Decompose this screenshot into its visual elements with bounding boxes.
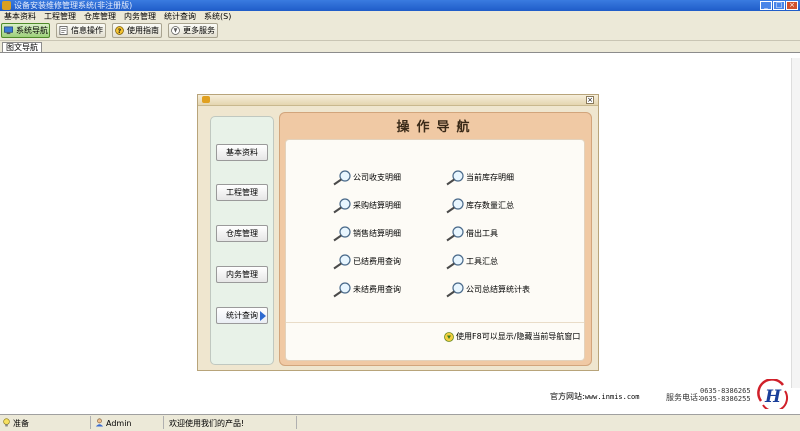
link-stock-summary[interactable]: 库存数量汇总 [444,198,514,214]
status-state-cell: 准备 [1,416,91,429]
document-icon [59,26,68,35]
link-purchase-settlement[interactable]: 采购结算明细 [331,198,401,214]
nav-basic-button[interactable]: 基本资料 [216,144,268,161]
title-bar: 设备安装维修管理系统(非注册版) _ □ × [0,0,800,11]
menu-statistics[interactable]: 统计查询 [160,11,200,22]
magnifier-icon [446,282,464,298]
menu-bar: 基本资料 工程管理 仓库管理 内务管理 统计查询 系统(S) [0,11,800,22]
magnifier-icon [446,226,464,242]
svg-text:?: ? [118,28,122,35]
nav-warehouse-button[interactable]: 仓库管理 [216,225,268,242]
link-unsettled-fees[interactable]: 未结费用查询 [331,282,401,298]
info-operation-label: 信息操作 [71,26,103,35]
system-nav-button[interactable]: 系统导航 [1,23,50,38]
bulb-icon [3,418,10,427]
more-services-button[interactable]: 更多服务 [168,23,218,38]
toolbar: 系统导航 信息操作 ? 使用指南 更多服务 [0,22,800,41]
site-label: 官方网站: [550,392,585,401]
nav-links-panel: 操作导航 [279,112,592,366]
tab-strip: 图文导航 [0,41,800,53]
link-label: 销售结算明细 [353,229,401,238]
magnifier-icon [446,170,464,186]
magnifier-icon [333,170,351,186]
system-nav-label: 系统导航 [16,26,48,35]
nav-category-panel: 基本资料 工程管理 仓库管理 内务管理 统计查询 [210,116,274,365]
menu-warehouse[interactable]: 仓库管理 [80,11,120,22]
link-borrowed-tools[interactable]: 借出工具 [444,226,498,242]
nav-statistics-button[interactable]: 统计查询 [216,307,268,324]
window-title: 设备安装维修管理系统(非注册版) [14,1,133,10]
menu-internal[interactable]: 内务管理 [120,11,160,22]
dialog-icon [202,96,210,103]
magnifier-icon [333,254,351,270]
link-label: 库存数量汇总 [466,201,514,210]
link-sales-settlement[interactable]: 销售结算明细 [331,226,401,242]
hint-text: 使用F8可以显示/隐藏当前导航窗口 [456,332,581,341]
svg-text:H: H [764,387,782,407]
download-arrow-icon [444,332,454,342]
link-tool-summary[interactable]: 工具汇总 [444,254,498,270]
magnifier-icon [333,282,351,298]
user-guide-button[interactable]: ? 使用指南 [112,23,162,38]
minimize-button[interactable]: _ [760,1,772,10]
magnifier-icon [333,198,351,214]
toggle-hint: 使用F8可以显示/隐藏当前导航窗口 [444,332,580,342]
arrow-right-icon [260,311,266,321]
dialog-title-bar: × [198,95,598,106]
phone-number-2: 0635-8386255 [700,395,751,403]
service-icon [171,26,180,35]
close-button[interactable]: × [786,1,798,10]
nav-statistics-label: 统计查询 [226,311,258,320]
monitor-icon [4,26,13,35]
menu-basic[interactable]: 基本资料 [0,11,40,22]
help-icon: ? [115,26,124,35]
more-services-label: 更多服务 [183,26,215,35]
side-scrollbar[interactable] [791,58,800,388]
dialog-close-button[interactable]: × [586,96,594,104]
magnifier-icon [333,226,351,242]
link-company-total-statement[interactable]: 公司总结算统计表 [444,282,530,298]
status-message: 欢迎使用我们的产品! [169,419,245,428]
link-company-income[interactable]: 公司收支明细 [331,170,401,186]
user-guide-label: 使用指南 [127,26,159,35]
status-message-cell: 欢迎使用我们的产品! [167,416,297,429]
status-state: 准备 [13,419,29,428]
menu-project[interactable]: 工程管理 [40,11,80,22]
navigation-dialog: × 基本资料 工程管理 仓库管理 内务管理 统计查询 操作导航 公司收支明细 采… [197,94,599,371]
link-label: 当前库存明细 [466,173,514,182]
app-icon [2,1,11,10]
maximize-button[interactable]: □ [773,1,785,10]
link-label: 采购结算明细 [353,201,401,210]
link-label: 公司总结算统计表 [466,285,530,294]
info-operation-button[interactable]: 信息操作 [56,23,106,38]
link-label: 未结费用查询 [353,285,401,294]
status-bar: 准备 Admin 欢迎使用我们的产品! [0,414,800,431]
nav-internal-button[interactable]: 内务管理 [216,266,268,283]
magnifier-icon [446,254,464,270]
link-label: 公司收支明细 [353,173,401,182]
link-settled-fees[interactable]: 已结费用查询 [331,254,401,270]
official-website: 官方网站:www.inmis.com [550,391,640,402]
phone-label: 服务电话: [666,393,701,402]
company-logo: H [757,379,788,409]
nav-project-button[interactable]: 工程管理 [216,184,268,201]
menu-system[interactable]: 系统(S) [200,11,235,22]
link-label: 工具汇总 [466,257,498,266]
status-user-cell: Admin [94,416,164,429]
dialog-heading: 操作导航 [396,120,477,135]
site-url[interactable]: www.inmis.com [585,393,640,401]
link-current-stock[interactable]: 当前库存明细 [444,170,514,186]
link-label: 借出工具 [466,229,498,238]
link-label: 已结费用查询 [353,257,401,266]
user-icon [95,418,104,427]
magnifier-icon [446,198,464,214]
links-area [285,139,585,361]
phone-numbers: 0635-8386265 0635-8386255 [700,387,751,403]
phone-number-1: 0635-8386265 [700,387,751,395]
status-user: Admin [106,419,132,428]
